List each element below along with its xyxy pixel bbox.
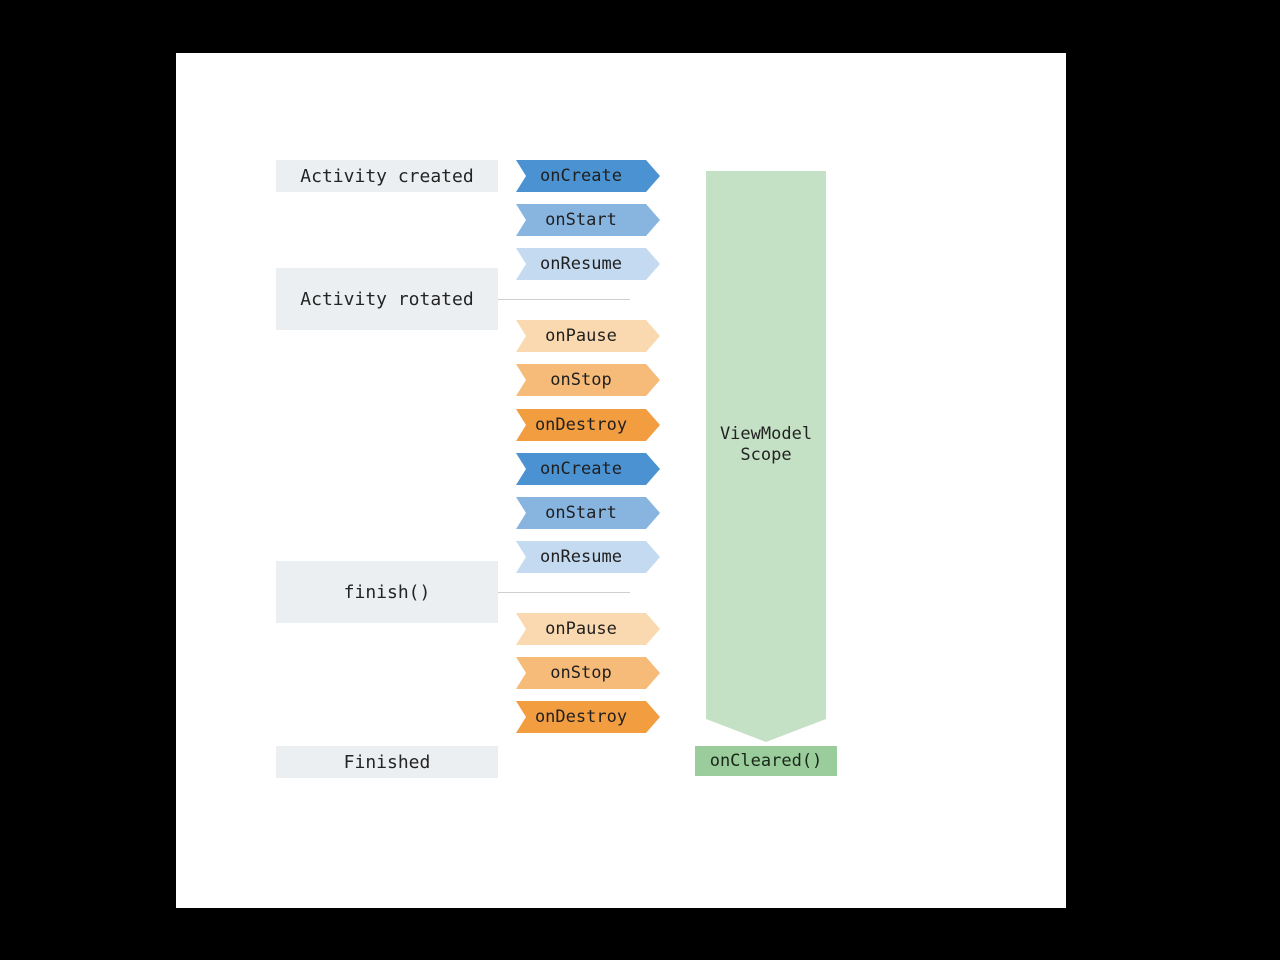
- callback-label: onPause: [516, 613, 646, 645]
- rule-finish: [498, 592, 630, 593]
- state-finish-call: finish(): [276, 561, 498, 623]
- viewmodel-scope-label-line2: Scope: [740, 445, 791, 466]
- callback-label: onDestroy: [516, 409, 646, 441]
- callback-oncreate-1: onCreate: [516, 160, 660, 192]
- callback-label: onStart: [516, 204, 646, 236]
- state-activity-created: Activity created: [276, 160, 498, 192]
- callback-label: onDestroy: [516, 701, 646, 733]
- callback-onstop-2: onStop: [516, 657, 660, 689]
- callback-label: onStart: [516, 497, 646, 529]
- callback-label: onStop: [516, 657, 646, 689]
- callback-label: onCreate: [516, 453, 646, 485]
- state-activity-rotated: Activity rotated: [276, 268, 498, 330]
- viewmodel-scope-arrowhead: [706, 719, 826, 742]
- callback-label: onPause: [516, 320, 646, 352]
- callback-onstop-1: onStop: [516, 364, 660, 396]
- callback-onpause-2: onPause: [516, 613, 660, 645]
- callback-ondestroy-2: onDestroy: [516, 701, 660, 733]
- callback-label: onResume: [516, 248, 646, 280]
- callback-label: onCreate: [516, 160, 646, 192]
- callback-ondestroy-1: onDestroy: [516, 409, 660, 441]
- rule-rotated: [498, 299, 630, 300]
- callback-oncreate-2: onCreate: [516, 453, 660, 485]
- callback-onresume-1: onResume: [516, 248, 660, 280]
- callback-onstart-1: onStart: [516, 204, 660, 236]
- viewmodel-oncleared: onCleared(): [695, 746, 837, 776]
- callback-label: onResume: [516, 541, 646, 573]
- state-finished: Finished: [276, 746, 498, 778]
- callback-onpause-1: onPause: [516, 320, 660, 352]
- callback-onstart-2: onStart: [516, 497, 660, 529]
- diagram-canvas: Activity created Activity rotated finish…: [176, 53, 1066, 908]
- callback-onresume-2: onResume: [516, 541, 660, 573]
- callback-label: onStop: [516, 364, 646, 396]
- viewmodel-scope-label-line1: ViewModel: [720, 424, 812, 445]
- viewmodel-scope-bar: ViewModel Scope: [706, 171, 826, 719]
